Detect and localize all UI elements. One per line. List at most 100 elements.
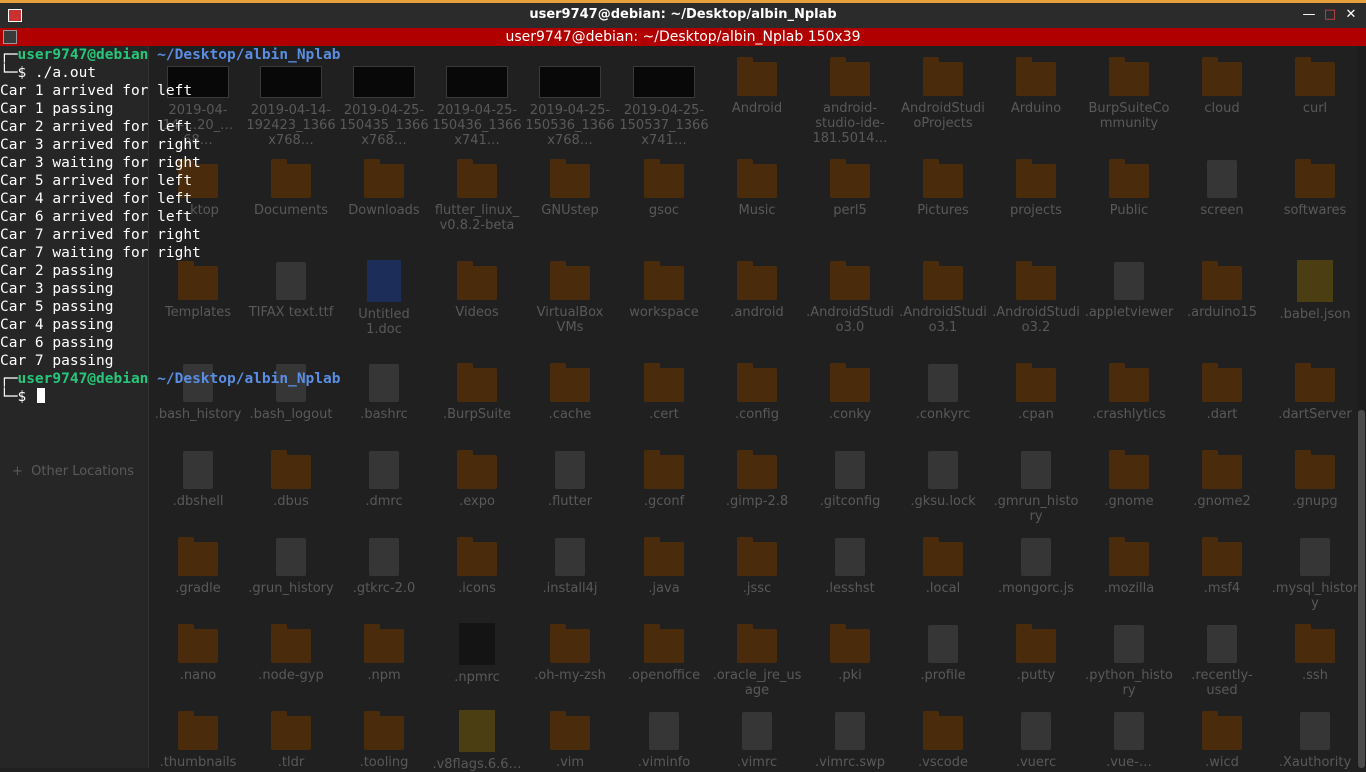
file-item[interactable]: .openoffice: [617, 613, 711, 683]
folder-icon: [737, 363, 777, 402]
folder-icon: [1109, 57, 1149, 96]
file-item[interactable]: .dbus: [244, 439, 338, 509]
file-label: .putty: [1016, 668, 1056, 683]
file-item[interactable]: .crashlytics: [1082, 352, 1176, 422]
file-item[interactable]: .icons: [430, 526, 524, 596]
file-item[interactable]: gsoc: [617, 148, 711, 218]
file-item[interactable]: .cpan: [989, 352, 1083, 422]
file-item[interactable]: .oh-my-zsh: [523, 613, 617, 683]
file-item[interactable]: .recently-used: [1175, 613, 1269, 698]
file-item[interactable]: .gnupg: [1268, 439, 1362, 509]
file-item[interactable]: .putty: [989, 613, 1083, 683]
file-item[interactable]: Arduino: [989, 46, 1083, 116]
file-item[interactable]: .dbshell: [151, 439, 245, 509]
output-line: Car 7 waiting for right: [0, 245, 201, 261]
file-item[interactable]: .dmrc: [337, 439, 431, 509]
file-item[interactable]: .expo: [430, 439, 524, 509]
file-item[interactable]: .nano: [151, 613, 245, 683]
minimize-icon[interactable]: —: [1302, 8, 1316, 22]
file-item[interactable]: .tooling: [337, 700, 431, 770]
file-item[interactable]: .gtkrc-2.0: [337, 526, 431, 596]
file-item[interactable]: .mozilla: [1082, 526, 1176, 596]
file-item[interactable]: Pictures: [896, 148, 990, 218]
file-item[interactable]: .java: [617, 526, 711, 596]
file-item[interactable]: .android: [710, 250, 804, 320]
file-item[interactable]: .node-gyp: [244, 613, 338, 683]
file-item[interactable]: .vimrc: [710, 700, 804, 770]
file-item[interactable]: .arduino15: [1175, 250, 1269, 320]
file-item[interactable]: .appletviewer: [1082, 250, 1176, 320]
close-icon[interactable]: ✕: [1344, 8, 1358, 22]
sidebar-item-other-locations[interactable]: + Other Locations: [12, 464, 134, 479]
file-item[interactable]: .Xauthority: [1268, 700, 1362, 770]
file-item[interactable]: .thumbnails: [151, 700, 245, 770]
file-item[interactable]: .lesshst: [803, 526, 897, 596]
input-line[interactable]: └─$: [0, 388, 560, 406]
file-item[interactable]: .viminfo: [617, 700, 711, 770]
file-item[interactable]: .vim: [523, 700, 617, 770]
file-item[interactable]: .mongorc.js: [989, 526, 1083, 596]
file-item[interactable]: .conky: [803, 352, 897, 422]
file-item[interactable]: .v8flags.6.6…: [430, 700, 524, 772]
file-item[interactable]: .dart: [1175, 352, 1269, 422]
output-line: Car 6 arrived for left: [0, 209, 193, 225]
file-item[interactable]: .AndroidStudio3.1: [896, 250, 990, 335]
terminal-output[interactable]: ┌─user9747@debian ~/Desktop/albin_Nplab …: [0, 46, 560, 416]
file-item[interactable]: BurpSuiteCommunity: [1082, 46, 1176, 131]
file-item[interactable]: screen: [1175, 148, 1269, 218]
file-item[interactable]: .grun_history: [244, 526, 338, 596]
file-item[interactable]: Android: [710, 46, 804, 116]
file-item[interactable]: .gconf: [617, 439, 711, 509]
file-item[interactable]: android-studio-ide-181.5014…: [803, 46, 897, 146]
file-item[interactable]: .vuerc: [989, 700, 1083, 770]
file-item[interactable]: .vimrc.swp: [803, 700, 897, 770]
folder-icon: [737, 624, 777, 663]
file-item[interactable]: .config: [710, 352, 804, 422]
file-item[interactable]: .python_history: [1082, 613, 1176, 698]
file-item[interactable]: .msf4: [1175, 526, 1269, 596]
file-item[interactable]: .gitconfig: [803, 439, 897, 509]
file-item[interactable]: .vscode: [896, 700, 990, 770]
file-item[interactable]: .oracle_jre_usage: [710, 613, 804, 698]
file-item[interactable]: .profile: [896, 613, 990, 683]
file-item[interactable]: softwares: [1268, 148, 1362, 218]
file-item[interactable]: .npmrc: [430, 613, 524, 685]
file-item[interactable]: .dartServer: [1268, 352, 1362, 422]
file-item[interactable]: .pki: [803, 613, 897, 683]
file-item[interactable]: .gradle: [151, 526, 245, 596]
file-item[interactable]: .AndroidStudio3.0: [803, 250, 897, 335]
file-item[interactable]: .mysql_history: [1268, 526, 1362, 611]
file-item[interactable]: cloud: [1175, 46, 1269, 116]
file-item[interactable]: Public: [1082, 148, 1176, 218]
file-item[interactable]: .conkyrc: [896, 352, 990, 422]
file-item[interactable]: AndroidStudioProjects: [896, 46, 990, 131]
file-item[interactable]: .vue-…: [1082, 700, 1176, 770]
file-label: .openoffice: [627, 668, 701, 683]
file-item[interactable]: .gksu.lock: [896, 439, 990, 509]
file-item[interactable]: .cert: [617, 352, 711, 422]
file-item[interactable]: .gmrun_history: [989, 439, 1083, 524]
file-item[interactable]: .jssc: [710, 526, 804, 596]
file-item[interactable]: Music: [710, 148, 804, 218]
file-item[interactable]: .gnome: [1082, 439, 1176, 509]
file-item[interactable]: .install4j: [523, 526, 617, 596]
folder-icon: [1016, 363, 1056, 402]
file-item[interactable]: projects: [989, 148, 1083, 218]
file-item[interactable]: .babel.json: [1268, 250, 1362, 322]
file-item[interactable]: perl5: [803, 148, 897, 218]
file-item[interactable]: workspace: [617, 250, 711, 320]
file-item[interactable]: .gimp-2.8: [710, 439, 804, 509]
file-item[interactable]: 2019-04-25-150537_1366x741…: [617, 46, 711, 148]
file-label: .cpan: [1018, 407, 1054, 422]
file-item[interactable]: .flutter: [523, 439, 617, 509]
file-item[interactable]: .local: [896, 526, 990, 596]
file-item[interactable]: .npm: [337, 613, 431, 683]
file-item[interactable]: .wicd: [1175, 700, 1269, 770]
scrollbar-thumb[interactable]: [1358, 410, 1365, 768]
file-item[interactable]: .ssh: [1268, 613, 1362, 683]
file-item[interactable]: .tldr: [244, 700, 338, 770]
file-item[interactable]: .gnome2: [1175, 439, 1269, 509]
maximize-icon[interactable]: □: [1323, 8, 1337, 22]
file-item[interactable]: .AndroidStudio3.2: [989, 250, 1083, 335]
file-item[interactable]: curl: [1268, 46, 1362, 116]
